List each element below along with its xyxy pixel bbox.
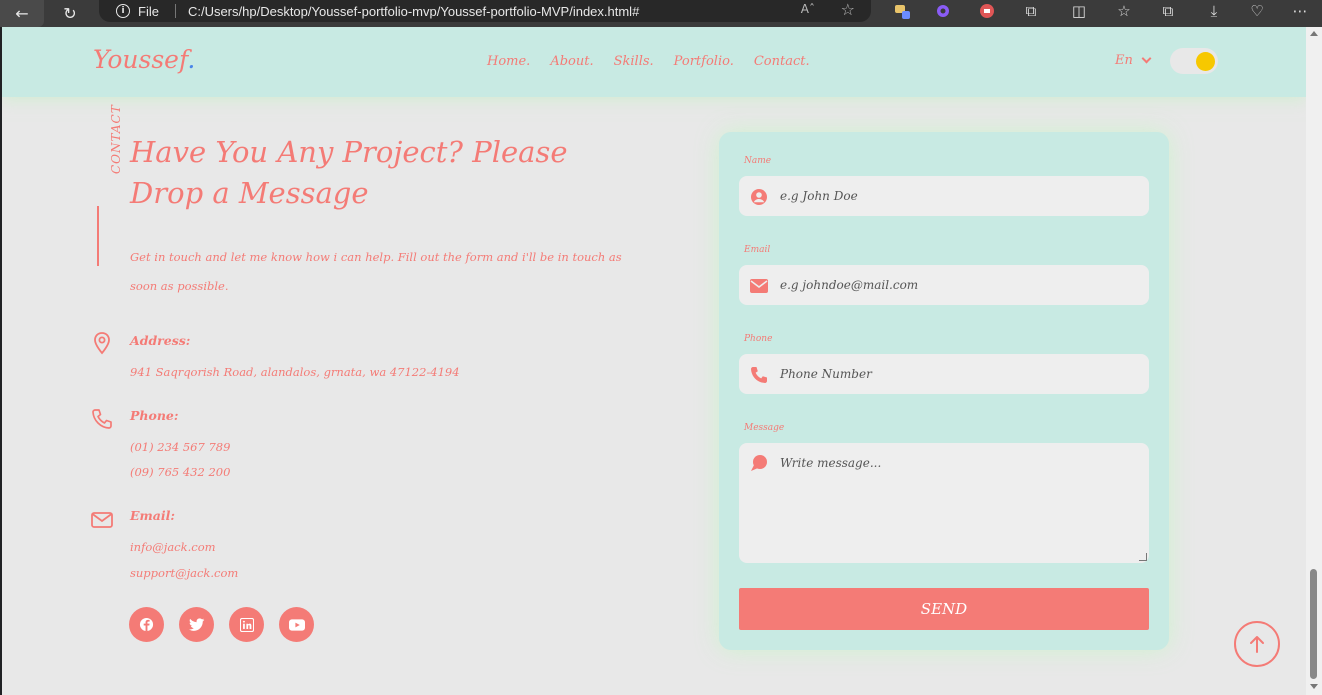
address-label: Address: (130, 333, 191, 348)
phone-value-1: (01) 234 567 789 (130, 440, 231, 454)
extension-save-icon[interactable] (975, 0, 999, 22)
email-field[interactable]: e.g johndoe@mail.com (739, 265, 1149, 305)
site-info-icon[interactable]: i (116, 4, 130, 18)
scroll-up-arrow-icon[interactable] (1310, 31, 1318, 36)
phone-icon (92, 409, 112, 429)
name-field[interactable]: e.g John Doe (739, 176, 1149, 216)
message-field[interactable]: Write message... (739, 443, 1149, 563)
youtube-icon (288, 618, 305, 631)
twitter-button[interactable] (179, 607, 214, 642)
phone-field[interactable]: Phone Number (739, 354, 1149, 394)
phone-label: Phone: (130, 408, 179, 423)
nav-about[interactable]: About. (550, 54, 593, 69)
youtube-button[interactable] (279, 607, 314, 642)
linkedin-icon (239, 617, 254, 632)
phone-placeholder: Phone Number (780, 367, 872, 381)
send-button[interactable]: SEND (739, 588, 1149, 630)
back-arrow-icon[interactable]: ← (0, 0, 44, 27)
extension-gear-icon[interactable] (931, 0, 955, 22)
mail-icon (750, 279, 768, 293)
phone-value-2: (09) 765 432 200 (130, 465, 231, 479)
performance-icon[interactable]: ♡ (1245, 0, 1269, 22)
facebook-icon (139, 617, 154, 632)
language-value: En (1115, 53, 1133, 68)
contact-form: Name e.g John Doe Email e.g johndoe@mail… (719, 132, 1169, 650)
twitter-icon (188, 617, 204, 631)
site-logo[interactable]: Youssef. (93, 45, 195, 74)
read-aloud-icon[interactable]: Aˆ (801, 2, 815, 16)
site-header: Youssef. Home. About. Skills. Portfolio.… (2, 27, 1306, 97)
envelope-icon (91, 512, 113, 528)
arrow-up-icon (1250, 636, 1264, 653)
address-divider (174, 4, 176, 18)
chevron-down-icon (1141, 53, 1152, 64)
nav-skills[interactable]: Skills. (614, 54, 654, 69)
phone-field-label: Phone (744, 334, 773, 344)
section-label-line (97, 206, 99, 266)
file-label: File (138, 3, 159, 19)
favorites-icon[interactable]: ☆ (1112, 0, 1136, 22)
page-viewport: Youssef. Home. About. Skills. Portfolio.… (2, 27, 1306, 695)
favorite-star-icon[interactable]: ☆ (841, 0, 855, 19)
more-menu-icon[interactable]: ⋯ (1288, 0, 1312, 22)
email-field-label: Email (744, 245, 771, 255)
scrollbar-thumb[interactable] (1310, 569, 1317, 679)
address-value: 941 Saqrqorish Road, alandalos, grnata, … (130, 365, 460, 379)
scroll-to-top-button[interactable] (1234, 621, 1280, 667)
email-label: Email: (130, 508, 175, 523)
email-value-2[interactable]: support@jack.com (130, 566, 238, 580)
email-placeholder: e.g johndoe@mail.com (780, 278, 919, 292)
linkedin-button[interactable] (229, 607, 264, 642)
language-select[interactable]: En (1115, 53, 1152, 68)
message-label: Message (744, 423, 785, 433)
email-value-1[interactable]: info@jack.com (130, 540, 216, 554)
resize-handle-icon[interactable] (1139, 553, 1147, 561)
phone-filled-icon (751, 367, 767, 383)
user-circle-icon (751, 189, 767, 205)
main-nav: Home. About. Skills. Portfolio. Contact. (487, 54, 830, 69)
contact-title: Have You Any Project? Please Drop a Mess… (130, 135, 568, 210)
refresh-icon[interactable]: ↻ (54, 0, 86, 27)
toggle-knob (1196, 52, 1215, 71)
downloads-icon[interactable]: ⤓ (1202, 0, 1226, 22)
location-pin-icon (94, 332, 110, 355)
scroll-down-arrow-icon[interactable] (1310, 684, 1318, 689)
section-label: CONTACT (109, 104, 123, 174)
theme-toggle[interactable] (1170, 48, 1218, 74)
extensions-puzzle-icon[interactable]: ⧉ (1019, 0, 1043, 22)
split-screen-icon[interactable]: ◫ (1067, 0, 1091, 22)
facebook-button[interactable] (129, 607, 164, 642)
address-bar[interactable]: i File C:/Users/hp/Desktop/Youssef-portf… (99, 0, 871, 22)
collections-icon[interactable]: ⧉ (1156, 0, 1180, 22)
nav-portfolio[interactable]: Portfolio. (674, 54, 734, 69)
message-placeholder: Write message... (780, 456, 882, 470)
name-placeholder: e.g John Doe (780, 189, 858, 203)
nav-home[interactable]: Home. (487, 54, 530, 69)
extension-paint-icon[interactable] (890, 0, 914, 22)
url-text[interactable]: C:/Users/hp/Desktop/Youssef-portfolio-mv… (188, 4, 639, 19)
chat-bubble-icon (751, 455, 767, 471)
nav-contact[interactable]: Contact. (754, 54, 810, 69)
contact-description: Get in touch and let me know how i can h… (130, 250, 622, 293)
name-label: Name (744, 156, 772, 166)
page-scrollbar[interactable] (1306, 27, 1322, 695)
